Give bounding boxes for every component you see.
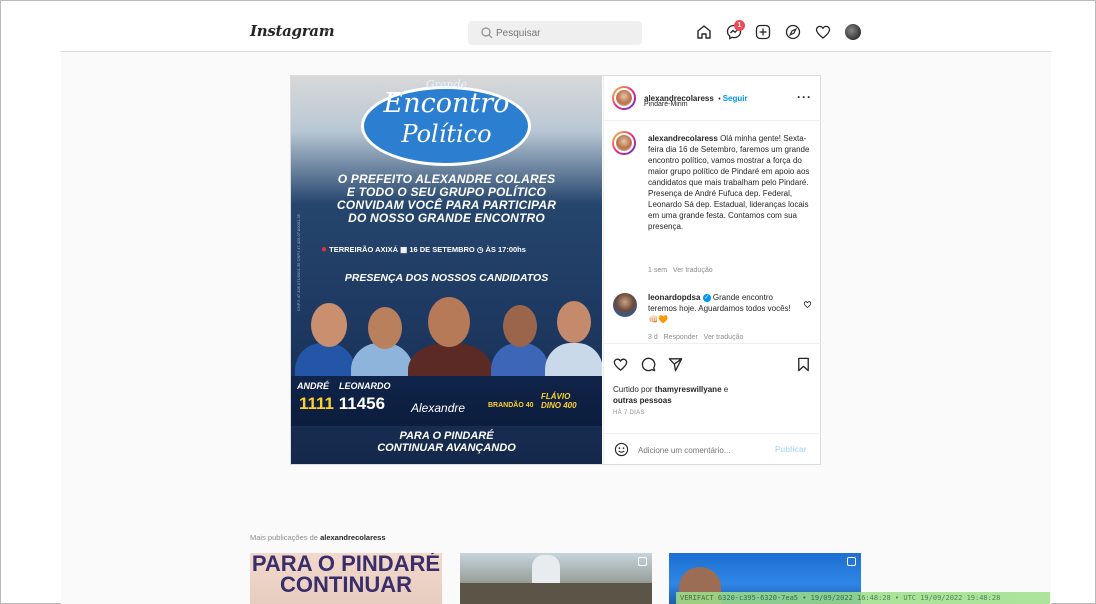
comment-translate-link[interactable]: Ver tradução: [704, 334, 744, 341]
more-post-thumbnail-1[interactable]: PARA O PINDARÉ CONTINUAR: [250, 553, 442, 604]
emoji-icon[interactable]: [614, 442, 629, 457]
search-box[interactable]: [468, 21, 642, 45]
poster-flavio: FLÁVIO DINO 400: [541, 392, 577, 410]
publish-button[interactable]: Publicar: [775, 445, 807, 454]
liked-by-user[interactable]: thamyreswillyane: [655, 385, 722, 394]
author-avatar[interactable]: [612, 86, 636, 110]
profile-avatar[interactable]: [845, 24, 861, 40]
post-image[interactable]: Grande Encontro Político CNPJ: 47.425.07…: [291, 76, 602, 464]
add-comment-bar: Publicar: [604, 433, 821, 464]
verified-badge-icon: ✓: [702, 293, 711, 302]
clock-icon: ◷: [476, 245, 484, 254]
notification-badge: 1: [734, 20, 745, 31]
video-icon: [847, 557, 856, 566]
poster-presence-text: PRESENÇA DOS NOSSOS CANDIDATOS: [344, 272, 549, 284]
comment-icon[interactable]: [640, 356, 657, 373]
more-posts-label: Mais publicações de alexandrecolaress: [250, 533, 386, 542]
poster-candidate-names: ANDRÉ LEONARDO: [297, 381, 391, 391]
poster-candidate-numbers: 1111 11456: [299, 394, 386, 413]
caption-text: Olá minha gente! Sexta-feira dia 16 de S…: [648, 134, 810, 231]
likes-summary: Curtido por thamyreswillyane e outras pe…: [613, 385, 729, 405]
add-comment-input[interactable]: [638, 442, 768, 458]
poster-time: ÀS 17:00hs: [485, 245, 526, 254]
post-actions: Curtido por thamyreswillyane e outras pe…: [604, 343, 821, 433]
comment-age: 3 d: [648, 334, 658, 341]
explore-icon[interactable]: [784, 23, 802, 43]
poster-date: 16 DE SETEMBRO: [409, 245, 475, 254]
save-bookmark-icon[interactable]: [795, 356, 812, 373]
poster-title-line2: Político: [401, 120, 492, 148]
poster-alexandre: Alexandre: [411, 401, 466, 415]
thumbnail-text: PARA O PINDARÉ CONTINUAR: [251, 553, 441, 597]
chevron-down-icon[interactable]: ⌄: [322, 24, 330, 35]
comment-author[interactable]: leonardopdsa: [648, 293, 700, 302]
caption-author[interactable]: alexandrecolaress: [648, 134, 718, 143]
verification-stamp: VERIFACT 6320-c395-6320-7ea5 • 19/09/202…: [676, 592, 1050, 604]
post-details-column: alexandrecolaress • Seguir Pindaré-Mirim…: [603, 76, 821, 464]
caption-translate-link[interactable]: Ver tradução: [673, 267, 713, 274]
post-timestamp[interactable]: HÁ 7 DIAS: [613, 410, 645, 416]
comment: leonardopdsa ✓ Grande encontro teremos h…: [648, 292, 800, 325]
share-icon[interactable]: [667, 356, 684, 373]
commenter-avatar[interactable]: [613, 293, 637, 317]
location-pin-icon: ●: [321, 244, 328, 255]
like-heart-icon[interactable]: [612, 356, 629, 373]
carousel-icon: [638, 557, 647, 566]
caption-age: 1 sem: [648, 267, 668, 274]
follow-button[interactable]: Seguir: [723, 94, 748, 103]
comment-reply-link[interactable]: Responder: [664, 334, 698, 341]
poster-event-details: ● TERREIRÃO AXIXÁ ▦ 16 DE SETEMBRO ◷ ÀS …: [321, 244, 526, 255]
liked-by-others[interactable]: outras pessoas: [613, 396, 672, 405]
search-input[interactable]: [496, 24, 636, 42]
post-location[interactable]: Pindaré-Mirim: [644, 101, 688, 108]
search-icon: [481, 27, 493, 39]
caption-author-avatar[interactable]: [612, 131, 636, 155]
poster-title-line1: Encontro: [383, 88, 510, 119]
activity-heart-icon[interactable]: [814, 23, 832, 43]
more-post-thumbnail-2[interactable]: [460, 553, 652, 604]
more-options-icon[interactable]: ···: [797, 90, 812, 104]
poster-brandao: BRANDÃO 40: [488, 402, 534, 409]
new-post-icon[interactable]: [754, 23, 772, 43]
poster-location: TERREIRÃO AXIXÁ: [329, 245, 399, 254]
calendar-icon: ▦: [400, 245, 408, 254]
home-icon[interactable]: [695, 23, 713, 43]
poster-bottom-text: PARA O PINDARÉ CONTINUAR AVANÇANDO: [377, 430, 516, 454]
post-header: alexandrecolaress • Seguir Pindaré-Mirim…: [604, 76, 821, 121]
more-posts-user[interactable]: alexandrecolaress: [320, 533, 385, 542]
post-caption: alexandrecolaress Olá minha gente! Sexta…: [648, 133, 818, 232]
poster-invite-text: O PREFEITO ALEXANDRE COLARES E TODO O SE…: [336, 172, 557, 225]
comment-like-icon[interactable]: [803, 296, 812, 314]
